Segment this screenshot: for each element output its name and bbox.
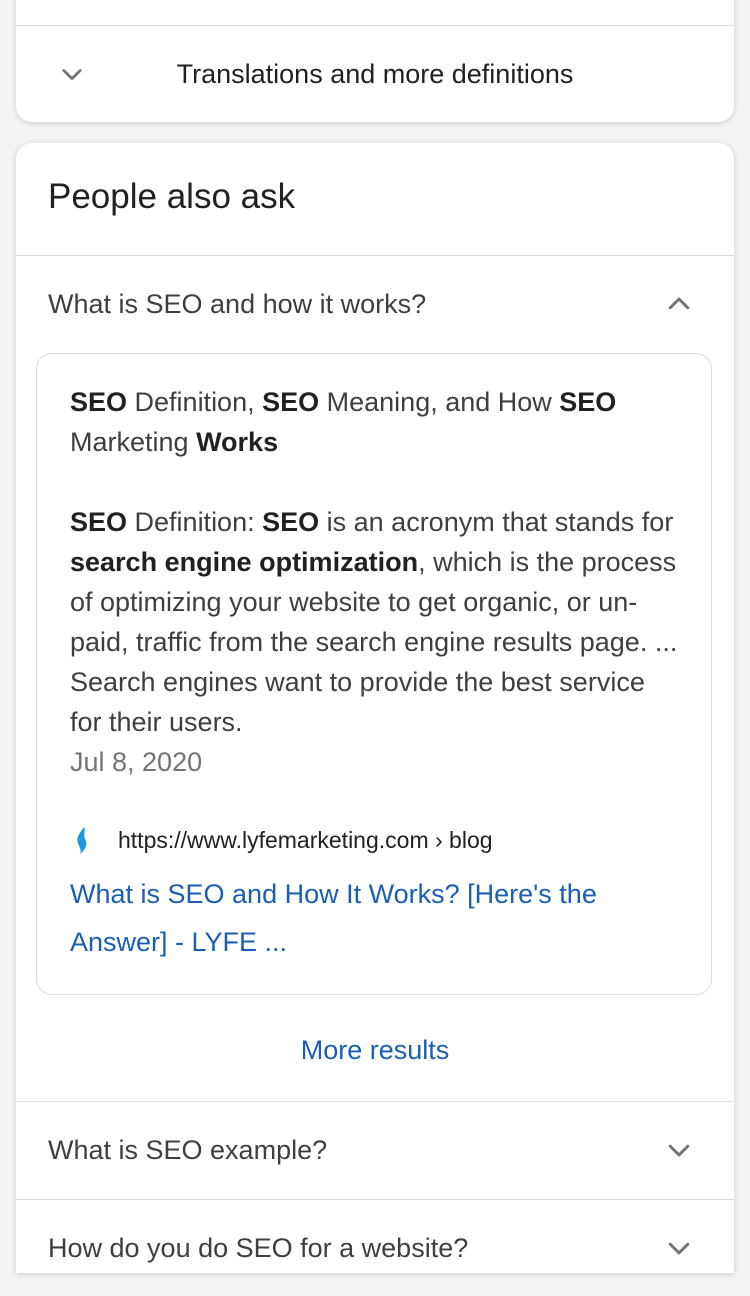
source-url: https://www.lyfemarketing.com › blog <box>118 826 493 853</box>
translations-toggle[interactable]: Translations and more definitions <box>16 26 734 122</box>
question-row-1[interactable]: What is SEO and how it works? <box>16 256 734 352</box>
question-text: What is SEO and how it works? <box>48 289 427 319</box>
question-text: How do you do SEO for a website? <box>48 1233 469 1263</box>
question-row-3[interactable]: How do you do SEO for a website? <box>16 1200 734 1296</box>
chevron-down-icon <box>668 1144 690 1157</box>
question-text: What is SEO example? <box>48 1135 328 1165</box>
answer-heading: SEO Definition, SEO Meaning, and How SEO… <box>70 387 617 457</box>
definitions-card: Translations and more definitions <box>16 0 734 122</box>
chevron-up-icon <box>668 297 690 310</box>
answer-body: SEO Definition: SEO is an acronym that s… <box>70 507 678 777</box>
translations-label: Translations and more definitions <box>176 59 574 89</box>
answer-content: SEO Definition, SEO Meaning, and How SEO… <box>70 382 680 782</box>
section-title: People also ask <box>48 177 296 216</box>
answer-date: Jul 8, 2020 <box>70 747 203 777</box>
answer-snippet: SEO Definition, SEO Meaning, and How SEO… <box>36 353 712 995</box>
result-title-link[interactable]: What is SEO and How It Works? [Here's th… <box>70 870 670 966</box>
site-favicon-icon <box>77 827 87 854</box>
more-results-link[interactable]: More results <box>16 1023 734 1077</box>
source-row[interactable]: https://www.lyfemarketing.com › blog <box>70 822 493 858</box>
people-also-ask-card: People also ask What is SEO and how it w… <box>16 143 734 1273</box>
question-row-2[interactable]: What is SEO example? <box>16 1102 734 1198</box>
chevron-down-icon <box>668 1242 690 1255</box>
